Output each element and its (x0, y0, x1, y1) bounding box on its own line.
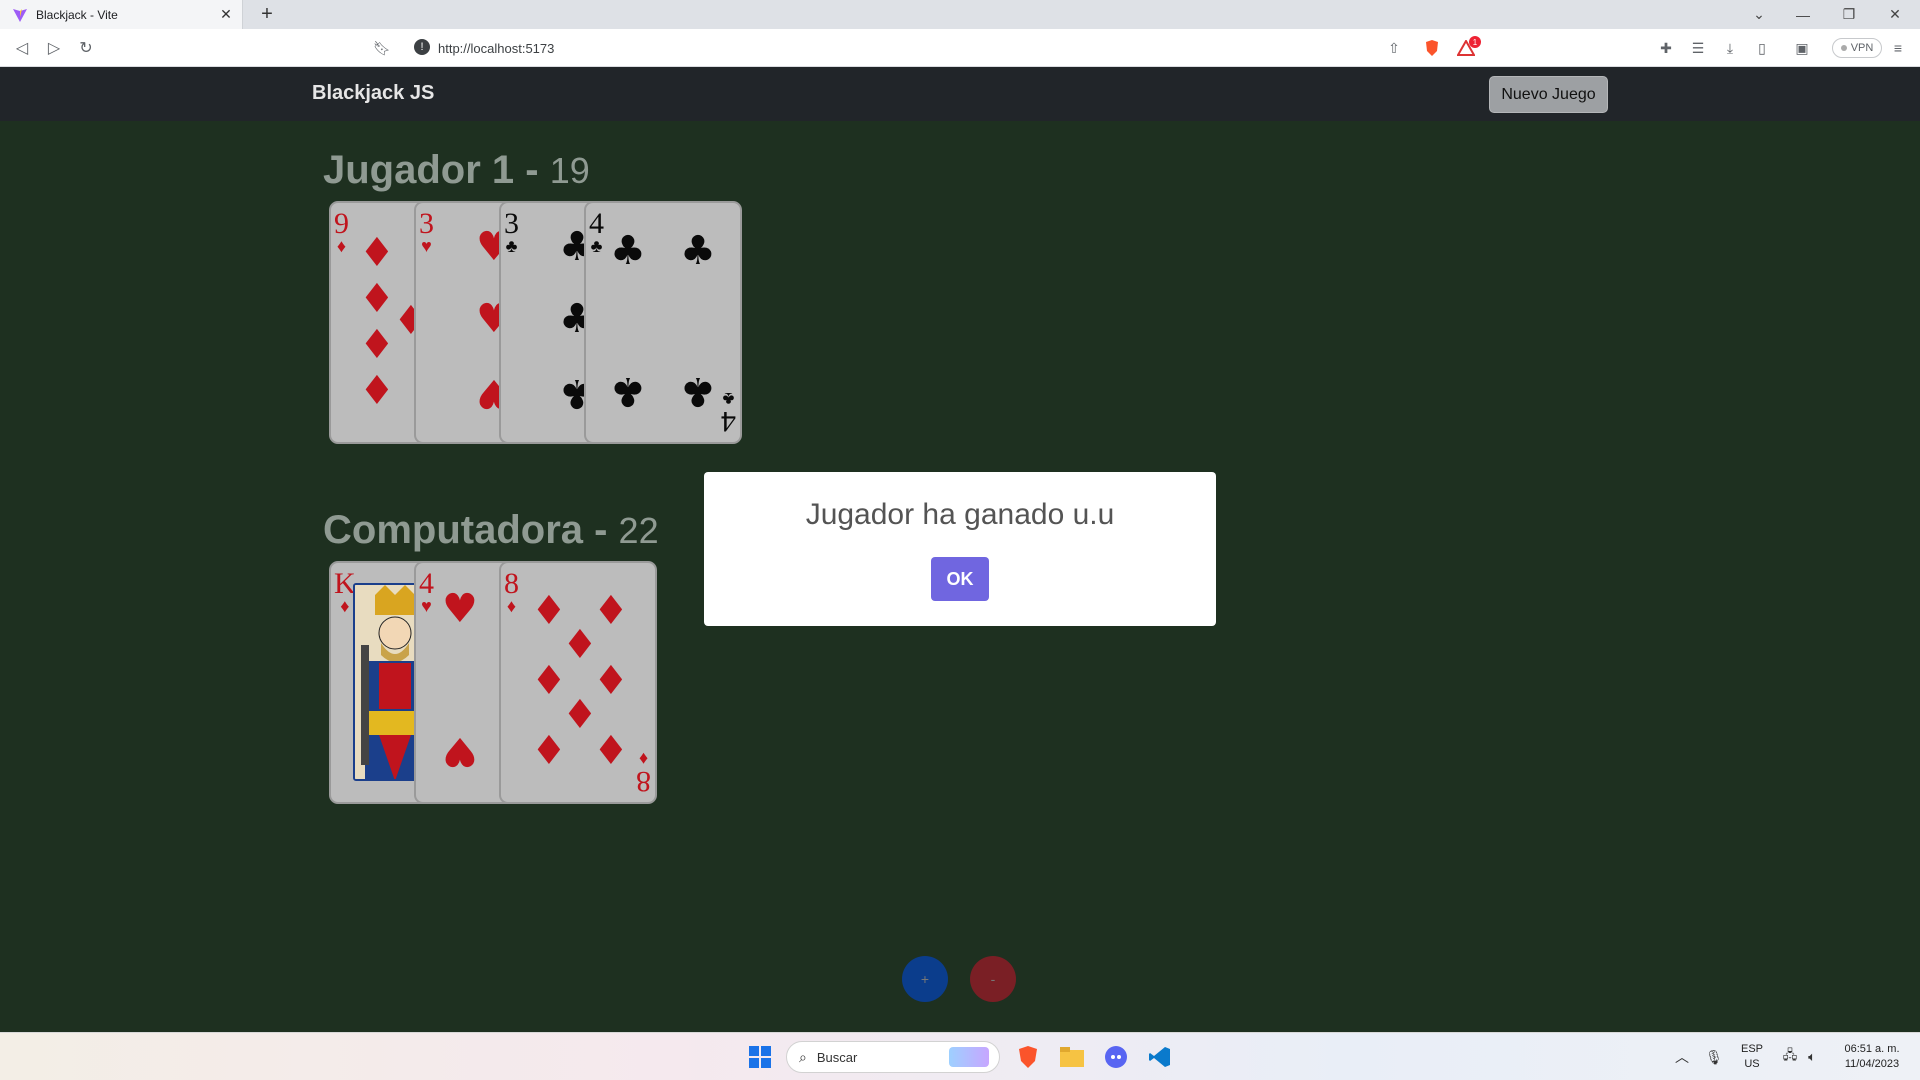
diamond-pip-icon: ♦ (593, 658, 629, 704)
player-heading: Jugador 1 - 19 (323, 148, 590, 193)
reload-icon[interactable]: ↻ (76, 38, 96, 58)
close-window-icon[interactable]: ✕ (1872, 0, 1918, 29)
ok-button[interactable]: OK (931, 557, 989, 601)
download-icon[interactable]: ⤓ (1720, 38, 1740, 58)
stand-button[interactable]: - (970, 956, 1016, 1002)
card-corner-bottom: 4 ♣ (721, 389, 736, 438)
heart-pip-icon: ♥ (442, 586, 478, 632)
card-corner-bottom: 8 ♦ (636, 749, 651, 798)
close-tab-icon[interactable]: ✕ (218, 6, 234, 22)
windows-start-icon[interactable] (746, 1043, 774, 1071)
tab-list-icon[interactable]: ⌄ (1736, 0, 1782, 29)
computer-score: 22 (618, 510, 659, 551)
diamond-pip-icon: ♦ (359, 322, 395, 368)
taskbar-search[interactable]: ⌕ Buscar (786, 1041, 1000, 1073)
forward-icon[interactable]: ▷ (44, 38, 64, 58)
heart-pip-icon: ♥ (442, 728, 478, 774)
playlist-icon[interactable]: ☰ (1688, 38, 1708, 58)
club-pip-icon: ♣ (610, 368, 646, 414)
minimize-icon[interactable]: — (1780, 0, 1826, 29)
app-navbar: Blackjack JS Nuevo Juego (0, 67, 1920, 121)
browser-tab-bar: Blackjack - Vite ✕ + ⌄ — ❐ ✕ (0, 0, 1920, 29)
computer-card-3: 8 ♦ ♦ ♦ ♦ ♦ ♦ ♦ ♦ ♦ 8 ♦ (499, 561, 657, 804)
club-pip-icon: ♣ (680, 228, 716, 274)
brave-taskbar-icon[interactable] (1014, 1043, 1042, 1071)
diamond-pip-icon: ♦ (531, 728, 567, 774)
player-card-4: 4 ♣ ♣ ♣ ♣ ♣ 4 ♣ (584, 201, 742, 444)
computer-name: Computadora (323, 508, 583, 552)
restore-icon[interactable]: ❐ (1826, 0, 1872, 29)
player-score: 19 (549, 150, 590, 191)
vpn-label: VPN (1850, 42, 1874, 54)
tab-title: Blackjack - Vite (36, 7, 118, 22)
new-game-button[interactable]: Nuevo Juego (1489, 76, 1608, 113)
windows-taskbar: ⌕ Buscar ︿ 🎙︎ ESP US 🖧 🔈︎ 06:51 a. m. 11… (0, 1032, 1920, 1080)
sidebar-icon[interactable]: ▯ (1752, 38, 1772, 58)
volume-icon[interactable]: 🔈︎ (1798, 1043, 1826, 1071)
vscode-icon[interactable] (1146, 1043, 1174, 1071)
card-corner: 3 ♣ (504, 207, 519, 256)
browser-tab[interactable]: Blackjack - Vite ✕ (0, 0, 243, 29)
vite-logo-icon (13, 8, 27, 22)
url-field[interactable]: ! http://localhost:5173 (404, 35, 1484, 61)
language-indicator[interactable]: ESP US (1738, 1042, 1766, 1072)
brave-shields-icon[interactable] (1422, 38, 1442, 58)
card-corner: 8 ♦ (504, 567, 519, 616)
card-corner: 4 ♥ (419, 567, 434, 616)
file-explorer-icon[interactable] (1058, 1043, 1086, 1071)
diamond-pip-icon: ♦ (359, 368, 395, 414)
discord-icon[interactable] (1102, 1043, 1130, 1071)
card-corner: 9 ♦ (334, 207, 349, 256)
player-separator: - (514, 148, 550, 192)
site-info-icon[interactable]: ! (414, 39, 430, 55)
search-icon: ⌕ (799, 1048, 807, 1065)
microphone-icon[interactable]: 🎙︎ (1700, 1043, 1728, 1071)
player-name: Jugador 1 (323, 148, 515, 192)
share-icon[interactable]: ⇧ (1384, 38, 1404, 58)
clock[interactable]: 06:51 a. m. 11/04/2023 (1834, 1042, 1910, 1072)
search-placeholder: Buscar (816, 1049, 858, 1065)
vpn-button[interactable]: VPN (1832, 38, 1882, 58)
back-icon[interactable]: ◁ (12, 38, 32, 58)
brave-rewards-icon[interactable]: 1 (1456, 36, 1481, 58)
address-bar-row: ◁ ▷ ↻ 🔖︎ ! http://localhost:5173 ⇧ 1 ✚ ☰… (0, 29, 1920, 67)
tray-chevron-icon[interactable]: ︿ (1668, 1043, 1696, 1071)
vpn-status-icon (1840, 45, 1847, 51)
card-corner: 4 ♣ (589, 207, 604, 256)
extensions-icon[interactable]: ✚ (1656, 38, 1676, 58)
dialog-title: Jugador ha ganado u.u (805, 498, 1115, 531)
bookmark-icon[interactable]: 🔖︎ (372, 38, 392, 58)
club-pip-icon: ♣ (610, 228, 646, 274)
menu-icon[interactable]: ≡ (1888, 38, 1908, 58)
search-highlight-icon (949, 1047, 989, 1067)
computer-heading: Computadora - 22 (323, 508, 659, 553)
app-brand[interactable]: Blackjack JS (312, 82, 434, 105)
url-text: http://localhost:5173 (438, 40, 555, 56)
club-pip-icon: ♣ (680, 368, 716, 414)
notification-badge: 1 (1469, 36, 1481, 48)
hit-button[interactable]: + (902, 956, 948, 1002)
diamond-pip-icon: ♦ (359, 230, 395, 276)
result-dialog: Jugador ha ganado u.u OK (704, 472, 1216, 626)
wallet-icon[interactable]: ▣ (1792, 38, 1812, 58)
diamond-pip-icon: ♦ (593, 728, 629, 774)
new-tab-icon[interactable]: + (256, 3, 278, 25)
diamond-pip-icon: ♦ (593, 588, 629, 634)
card-corner: 3 ♥ (419, 207, 434, 256)
computer-separator: - (583, 508, 619, 552)
diamond-pip-icon: ♦ (359, 276, 395, 322)
